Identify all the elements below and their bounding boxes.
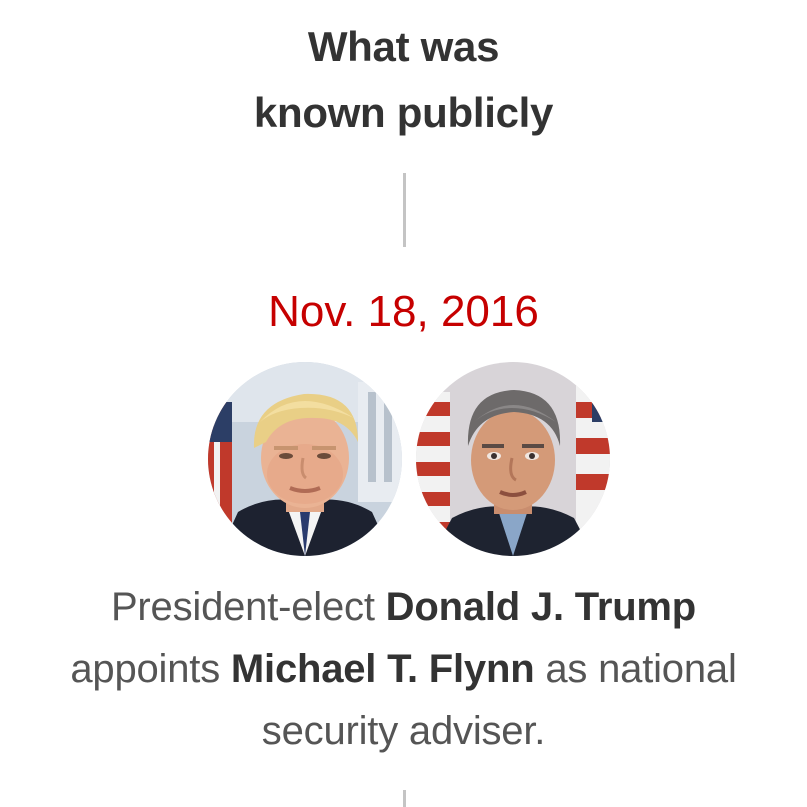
caption-name-trump: Donald J. Trump — [385, 585, 697, 629]
event-portraits — [208, 362, 610, 556]
portrait-flynn — [416, 362, 610, 556]
portrait-trump-photo — [208, 362, 402, 556]
portrait-trump — [208, 362, 402, 556]
section-heading-line-1: What was — [307, 23, 500, 70]
portrait-flynn-photo — [416, 362, 610, 556]
timeline-connector-bottom — [403, 790, 406, 807]
caption-name-flynn: Michael T. Flynn — [230, 647, 535, 691]
event-caption: President-elect Donald J. Trump appoints… — [60, 576, 747, 762]
timeline-connector-top — [403, 173, 406, 247]
section-heading-line-2: known publicly — [253, 89, 554, 136]
event-date: Nov. 18, 2016 — [268, 287, 539, 336]
caption-text-2: appoints — [70, 647, 231, 691]
caption-text-1: President-elect — [110, 585, 386, 629]
section-heading: What was known publicly — [0, 14, 807, 146]
